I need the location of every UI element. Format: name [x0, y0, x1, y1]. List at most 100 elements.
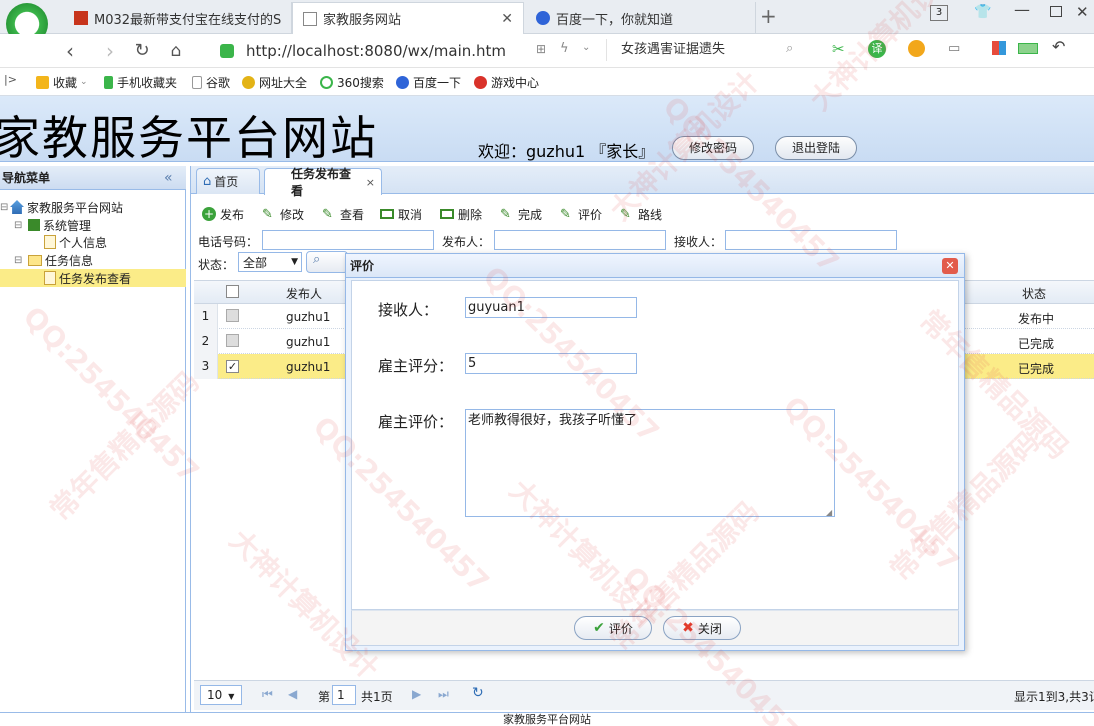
sidebar-toggle-icon[interactable]: |> [4, 73, 17, 86]
row-status: 已完成 [1018, 337, 1055, 351]
close-tab-icon[interactable]: × [366, 176, 375, 189]
status-select[interactable]: 全部 ▼ [238, 252, 302, 272]
new-tab-icon[interactable]: + [760, 4, 777, 28]
last-page-icon[interactable]: ⏭ [438, 687, 449, 702]
evaluate-button[interactable]: ✎ 评价 [560, 205, 602, 223]
phone-input[interactable] [262, 230, 434, 250]
row-status: 已完成 [1018, 362, 1055, 376]
tab-task-view[interactable]: 任务发布查看 × [264, 167, 382, 198]
edit-button[interactable]: ✎ 修改 [262, 205, 304, 223]
score-field[interactable]: 5 [465, 353, 637, 374]
chevron-down-icon[interactable]: ⌄ [582, 42, 590, 53]
scissors-icon[interactable]: ✂ [832, 40, 845, 58]
row-status: 发布中 [1018, 312, 1055, 326]
footer: 家教服务平台网站 [0, 712, 1094, 726]
col-publisher[interactable]: 发布人 [286, 285, 322, 302]
bookmark-favorites[interactable]: 收藏 ⌄ [36, 73, 88, 91]
comment-textarea[interactable]: 老师教得很好，我孩子听懂了 [465, 409, 835, 517]
translate-icon[interactable]: 译 [868, 40, 886, 58]
file-icon [44, 271, 56, 285]
minimize-icon[interactable]: — [1014, 0, 1030, 19]
game-icon [474, 75, 487, 89]
close-icon: ✖ [682, 620, 694, 636]
publisher-input[interactable] [494, 230, 666, 250]
hao-icon [242, 75, 255, 89]
skin-icon[interactable]: 👕 [974, 4, 991, 20]
bookmark-games[interactable]: 游戏中心 [474, 73, 539, 91]
lightning-icon[interactable]: ϟ [560, 41, 569, 56]
publisher-label: 发布人： [442, 235, 491, 249]
publish-button[interactable]: + 发布 [202, 205, 244, 223]
bookmark-baidu[interactable]: 百度一下 [396, 73, 461, 91]
tab-count-badge[interactable]: 3 [930, 5, 948, 21]
refresh-icon[interactable]: ↻ [130, 39, 154, 63]
gamepad-icon[interactable]: ▭ [948, 41, 960, 56]
view-button[interactable]: ✎ 查看 [322, 205, 364, 223]
qr-icon[interactable]: ⊞ [536, 42, 546, 56]
close-button[interactable]: ✖ 关闭 [663, 616, 741, 640]
browser-tab-m032[interactable]: M032最新带支付宝在线支付的S [64, 2, 292, 34]
receiver-field[interactable]: guyuan1 [465, 297, 637, 318]
sidebar-header: 导航菜单 [0, 166, 186, 190]
file-icon [44, 235, 56, 249]
close-window-icon[interactable]: ✕ [1076, 3, 1089, 21]
tab-home[interactable]: ⌂ 首页 [196, 168, 260, 194]
search-box[interactable]: 女孩遇害证据遗失 [606, 39, 802, 61]
bookmark-hao[interactable]: 网址大全 [242, 73, 307, 91]
forward-icon[interactable]: › [98, 39, 122, 63]
back-icon[interactable]: ‹ [58, 39, 82, 63]
browser-tab-jiajiao[interactable]: 家教服务网站 ✕ [292, 2, 524, 34]
pencil-icon: ✎ [322, 207, 333, 222]
sidebar-item-profile[interactable]: 个人信息 [44, 233, 107, 251]
resize-handle-icon[interactable]: ◢ [826, 508, 832, 517]
next-page-icon[interactable]: ▶ [412, 687, 421, 701]
page-size-select[interactable]: 10 ▼ [200, 685, 242, 705]
maximize-icon[interactable] [1050, 6, 1062, 17]
page-number-input[interactable]: 1 [332, 685, 356, 705]
close-tab-icon[interactable]: ✕ [501, 11, 513, 27]
bookmark-google[interactable]: 谷歌 [192, 73, 230, 91]
dialog-title: 评价 [346, 254, 964, 278]
secure-shield-icon [220, 44, 234, 58]
dialog-close-icon[interactable]: ✕ [942, 258, 958, 274]
tree-group-system[interactable]: ⊟ 系统管理 [14, 216, 91, 234]
apps-grid-icon[interactable] [992, 41, 1006, 55]
tree-root[interactable]: ⊟ 家教服务平台网站 [0, 198, 123, 216]
coin-icon[interactable] [908, 40, 925, 57]
phone-label: 电话号码： [198, 235, 259, 249]
receiver-label: 接收人： [378, 301, 439, 319]
select-all-checkbox[interactable] [226, 285, 239, 301]
refresh-icon[interactable]: ↻ [472, 685, 484, 701]
pencil-icon: ✎ [500, 207, 511, 222]
row-checkbox[interactable] [226, 334, 239, 350]
col-status[interactable]: 状态 [1022, 285, 1046, 302]
row-checkbox[interactable] [226, 309, 239, 325]
complete-button[interactable]: ✎ 完成 [500, 205, 542, 223]
pencil-icon: ✎ [560, 207, 571, 222]
evaluate-submit-button[interactable]: ✔ 评价 [574, 616, 652, 640]
prev-page-icon[interactable]: ◀ [288, 687, 297, 701]
undo-icon[interactable]: ↶ [1052, 37, 1065, 56]
route-button[interactable]: ✎ 路线 [620, 205, 662, 223]
pencil-icon: ✎ [262, 207, 273, 222]
tree-group-tasks[interactable]: ⊟ 任务信息 [14, 251, 93, 269]
logout-button[interactable]: 退出登陆 [775, 136, 857, 160]
page-prefix: 第 [318, 690, 331, 704]
receiver-label: 接收人： [674, 235, 723, 249]
search-button[interactable]: ⌕ [306, 251, 348, 273]
delete-button[interactable]: 删除 [440, 205, 482, 223]
browser-tab-baidu[interactable]: 百度一下，你就知道 [526, 2, 756, 34]
sidebar-item-task-view[interactable]: 任务发布查看 [0, 269, 186, 287]
search-icon[interactable]: ⌕ [786, 41, 793, 56]
chevron-down-icon: ▼ [291, 257, 298, 267]
battery-icon[interactable] [1018, 43, 1038, 54]
bookmark-360[interactable]: 360搜索 [320, 73, 384, 91]
first-page-icon[interactable]: ⏮ [262, 687, 273, 702]
home-icon[interactable]: ⌂ [164, 39, 188, 63]
bookmark-mobile[interactable]: 手机收藏夹 [104, 73, 177, 91]
collapse-icon[interactable]: « [164, 170, 173, 186]
cancel-button[interactable]: 取消 [380, 205, 422, 223]
row-checkbox[interactable]: ✓ [226, 359, 239, 373]
receiver-input[interactable] [725, 230, 897, 250]
change-password-button[interactable]: 修改密码 [672, 136, 754, 160]
